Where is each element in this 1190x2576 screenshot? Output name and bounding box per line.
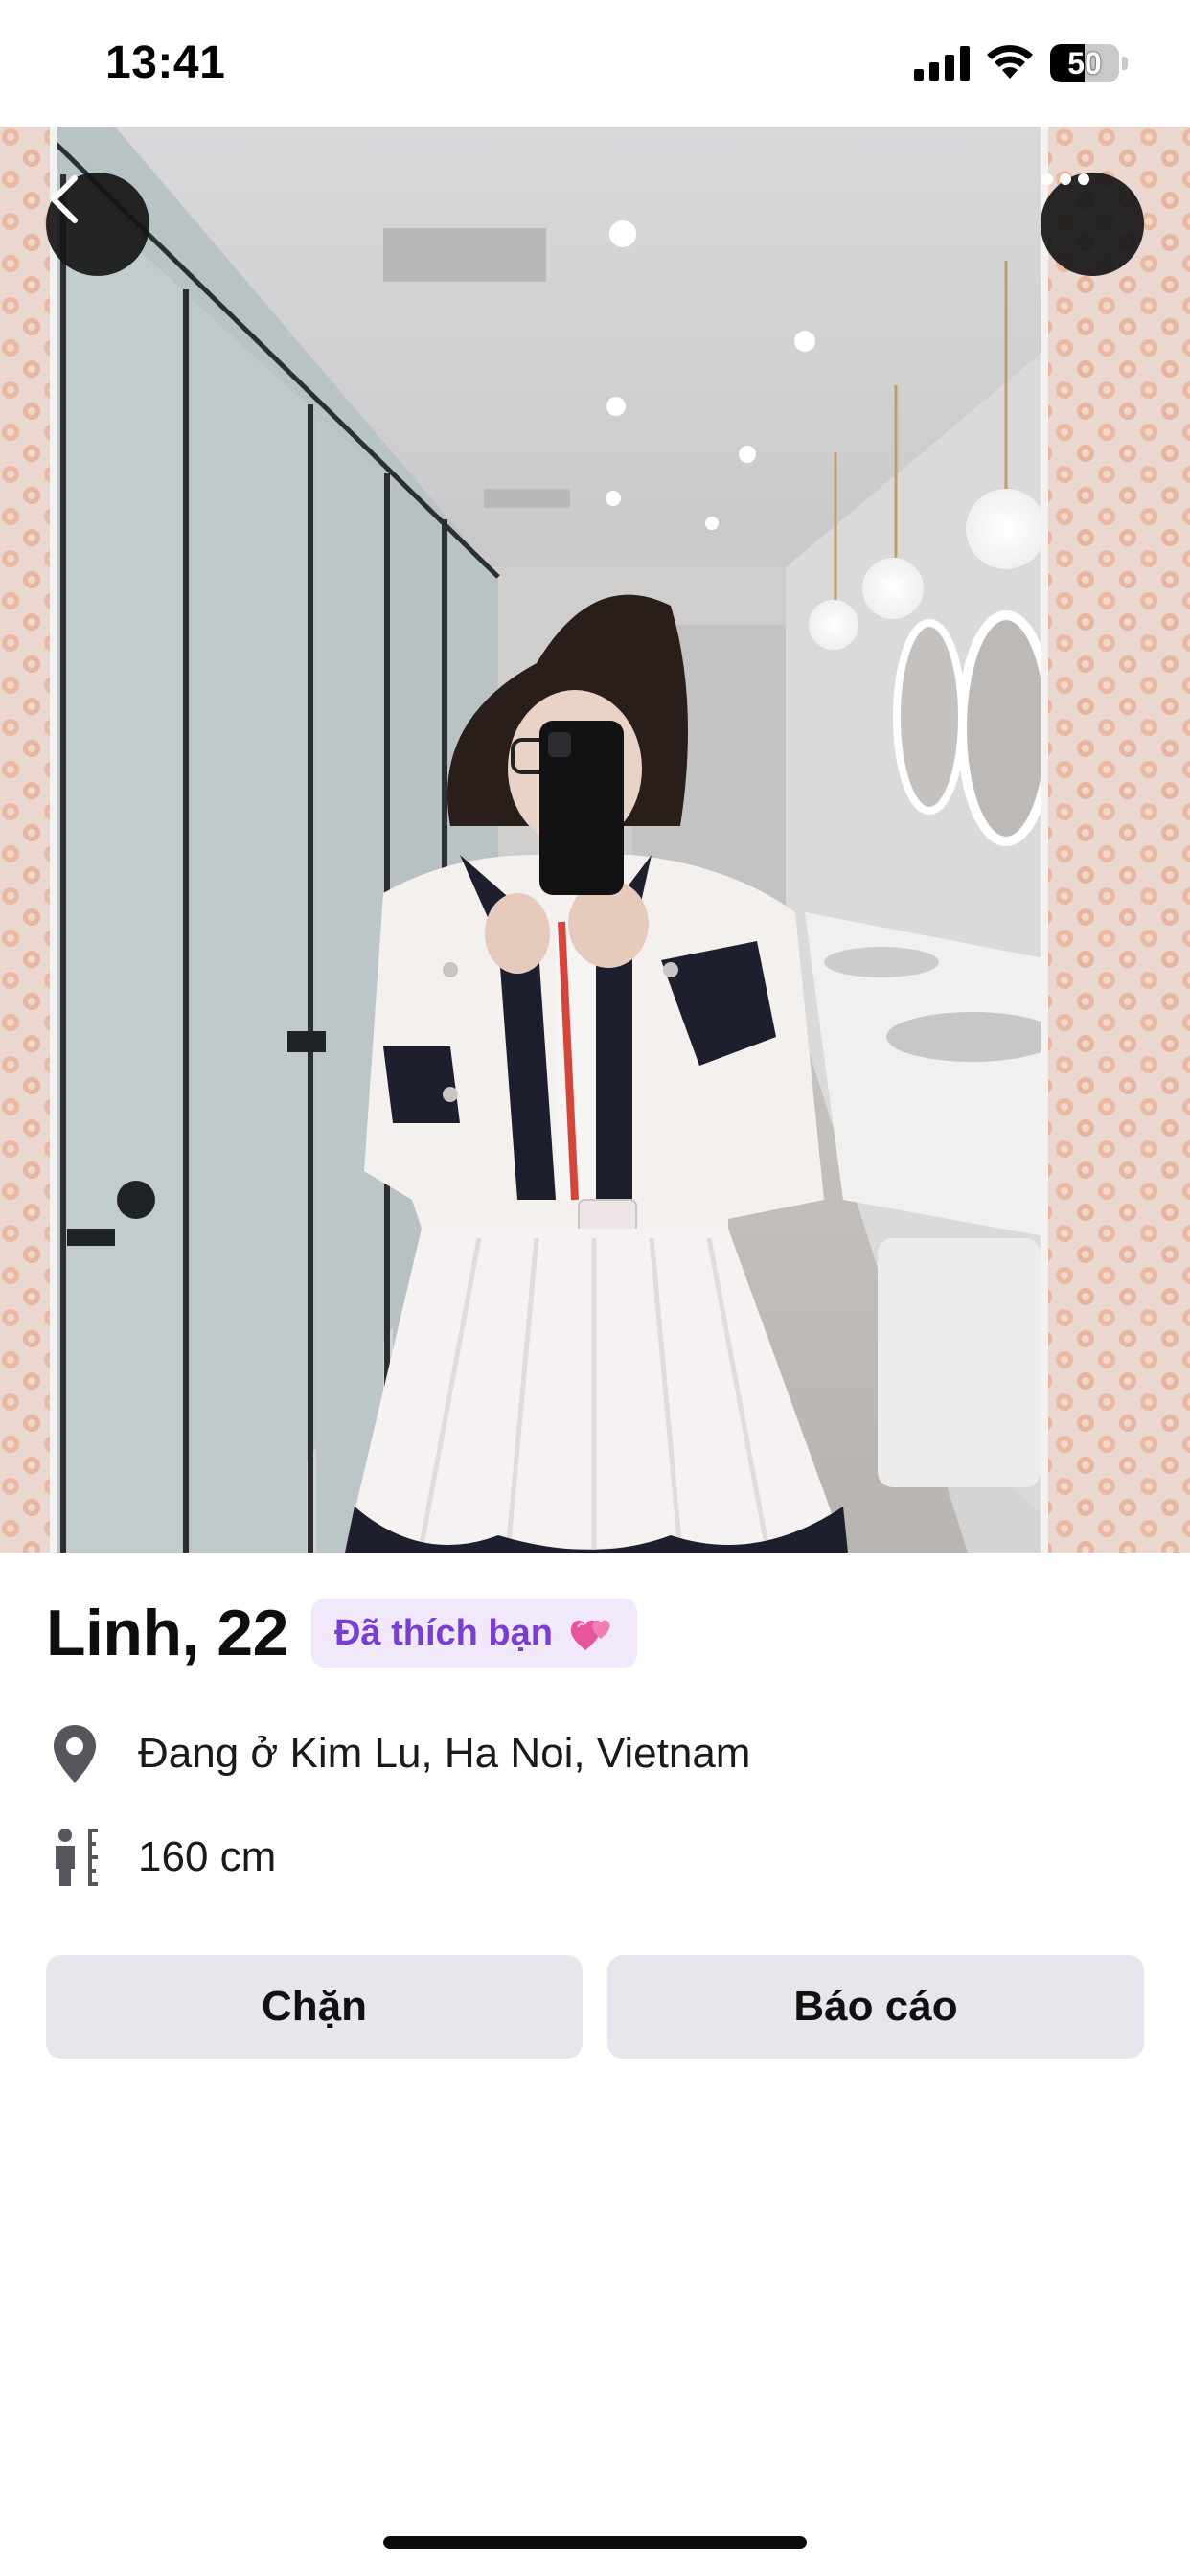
home-indicator[interactable] — [383, 2536, 807, 2549]
height-icon — [46, 1825, 103, 1890]
liked-you-badge: Đã thích bạn — [310, 1598, 637, 1668]
more-horizontal-icon — [1041, 173, 1089, 185]
more-button[interactable] — [1041, 172, 1144, 276]
location-text: Đang ở Kim Lu, Ha Noi, Vietnam — [138, 1730, 751, 1777]
block-button[interactable]: Chặn — [46, 1955, 583, 2058]
signal-icon — [914, 46, 970, 80]
back-button[interactable] — [46, 172, 149, 276]
location-pin-icon — [46, 1721, 103, 1786]
location-row: Đang ở Kim Lu, Ha Noi, Vietnam — [46, 1719, 750, 1788]
battery-level: 50 — [1067, 46, 1102, 80]
liked-you-label: Đã thích bạn — [333, 1612, 553, 1653]
report-button[interactable]: Báo cáo — [607, 1955, 1144, 2058]
height-row: 160 cm — [46, 1823, 276, 1892]
height-text: 160 cm — [138, 1833, 277, 1880]
wifi-icon — [987, 45, 1033, 79]
two-hearts-icon — [570, 1620, 610, 1650]
profile-name-age: Linh, 22 — [46, 1597, 288, 1669]
status-bar: 13:41 50 — [0, 0, 1190, 126]
chevron-left-icon — [51, 175, 78, 223]
profile-photo[interactable] — [0, 126, 1190, 1552]
battery-body: 50 — [1050, 44, 1119, 82]
battery-icon: 50 — [1050, 44, 1129, 82]
profile-header: Linh, 22 Đã thích bạn — [46, 1595, 637, 1671]
battery-cap — [1122, 57, 1128, 70]
profile-photo-image — [0, 126, 1190, 1552]
status-time: 13:41 — [105, 37, 226, 88]
